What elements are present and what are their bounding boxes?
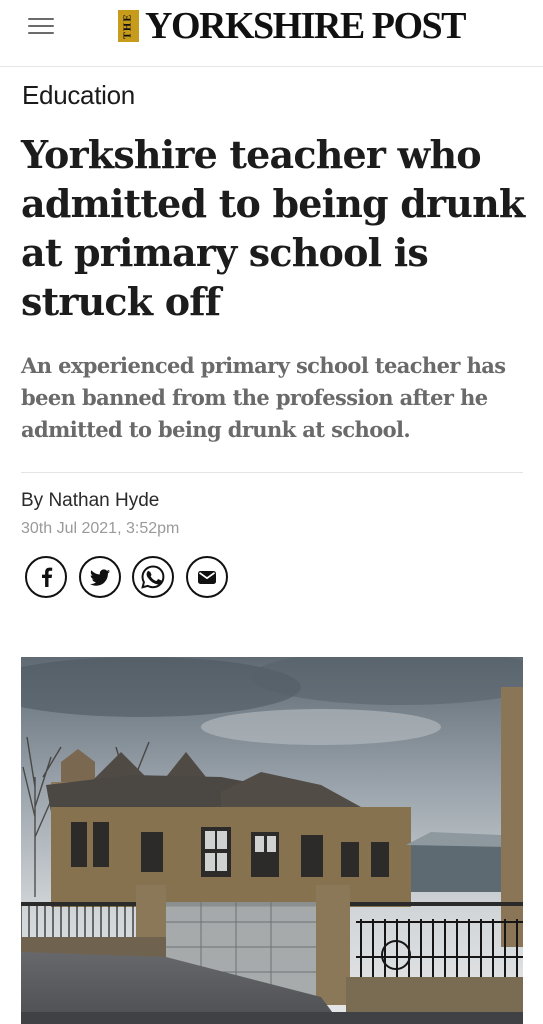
menu-line bbox=[28, 25, 54, 27]
top-bar: THE YORKSHIRE POST bbox=[0, 0, 543, 67]
twitter-icon[interactable] bbox=[78, 556, 121, 598]
publish-date: 30th Jul 2021, 3:52pm bbox=[21, 520, 180, 537]
whatsapp-icon[interactable] bbox=[132, 556, 174, 598]
article-standfirst: An experienced primary school teacher ha… bbox=[21, 353, 506, 442]
school-building-photo bbox=[21, 657, 523, 1024]
hamburger-menu-icon[interactable] bbox=[28, 15, 54, 37]
menu-line bbox=[28, 32, 54, 34]
article-image[interactable] bbox=[21, 657, 523, 1024]
section-label[interactable]: Education bbox=[22, 80, 135, 111]
site-logo[interactable]: THE YORKSHIRE POST bbox=[118, 5, 467, 47]
facebook-icon[interactable] bbox=[25, 556, 67, 598]
share-bar bbox=[25, 556, 239, 598]
logo-wordmark: YORKSHIRE POST bbox=[145, 5, 467, 47]
article-headline: Yorkshire teacher who admitted to being … bbox=[21, 132, 525, 324]
author-byline[interactable]: By Nathan Hyde bbox=[21, 490, 159, 512]
menu-line bbox=[28, 18, 54, 20]
email-icon[interactable] bbox=[185, 556, 228, 598]
logo-the-badge: THE bbox=[118, 10, 139, 42]
divider bbox=[21, 472, 523, 473]
